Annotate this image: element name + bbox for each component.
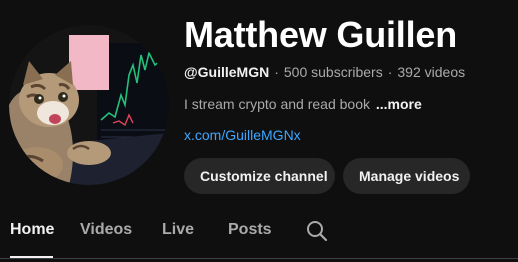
channel-description[interactable]: I stream crypto and read book ...more (184, 96, 422, 112)
meta-separator: · (274, 64, 279, 80)
more-link[interactable]: ...more (376, 96, 422, 112)
tab-live[interactable]: Live (162, 221, 194, 239)
video-count: 392 videos (397, 64, 466, 80)
tabs-divider (0, 258, 518, 259)
channel-meta: @GuilleMGN · 500 subscribers · 392 videos (184, 64, 465, 80)
cat-avatar-image (9, 25, 169, 185)
channel-tabs: Home Videos Live Posts (0, 206, 518, 262)
subscriber-count: 500 subscribers (283, 64, 383, 80)
customize-channel-button[interactable]: Customize channel (184, 158, 335, 194)
tab-posts[interactable]: Posts (228, 221, 272, 239)
channel-external-link[interactable]: x.com/GuilleMGNx (184, 127, 301, 143)
channel-header: Matthew Guillen @GuilleMGN · 500 subscribe… (0, 0, 518, 262)
manage-videos-button[interactable]: Manage videos (343, 158, 470, 194)
tab-videos[interactable]: Videos (80, 221, 132, 239)
search-icon[interactable] (305, 219, 329, 243)
tab-home[interactable]: Home (10, 221, 54, 239)
meta-separator: · (387, 64, 393, 80)
channel-name: Matthew Guillen (184, 14, 458, 55)
channel-avatar[interactable] (9, 25, 169, 185)
channel-handle: @GuilleMGN (184, 64, 270, 80)
description-text: I stream crypto and read book (184, 96, 370, 112)
